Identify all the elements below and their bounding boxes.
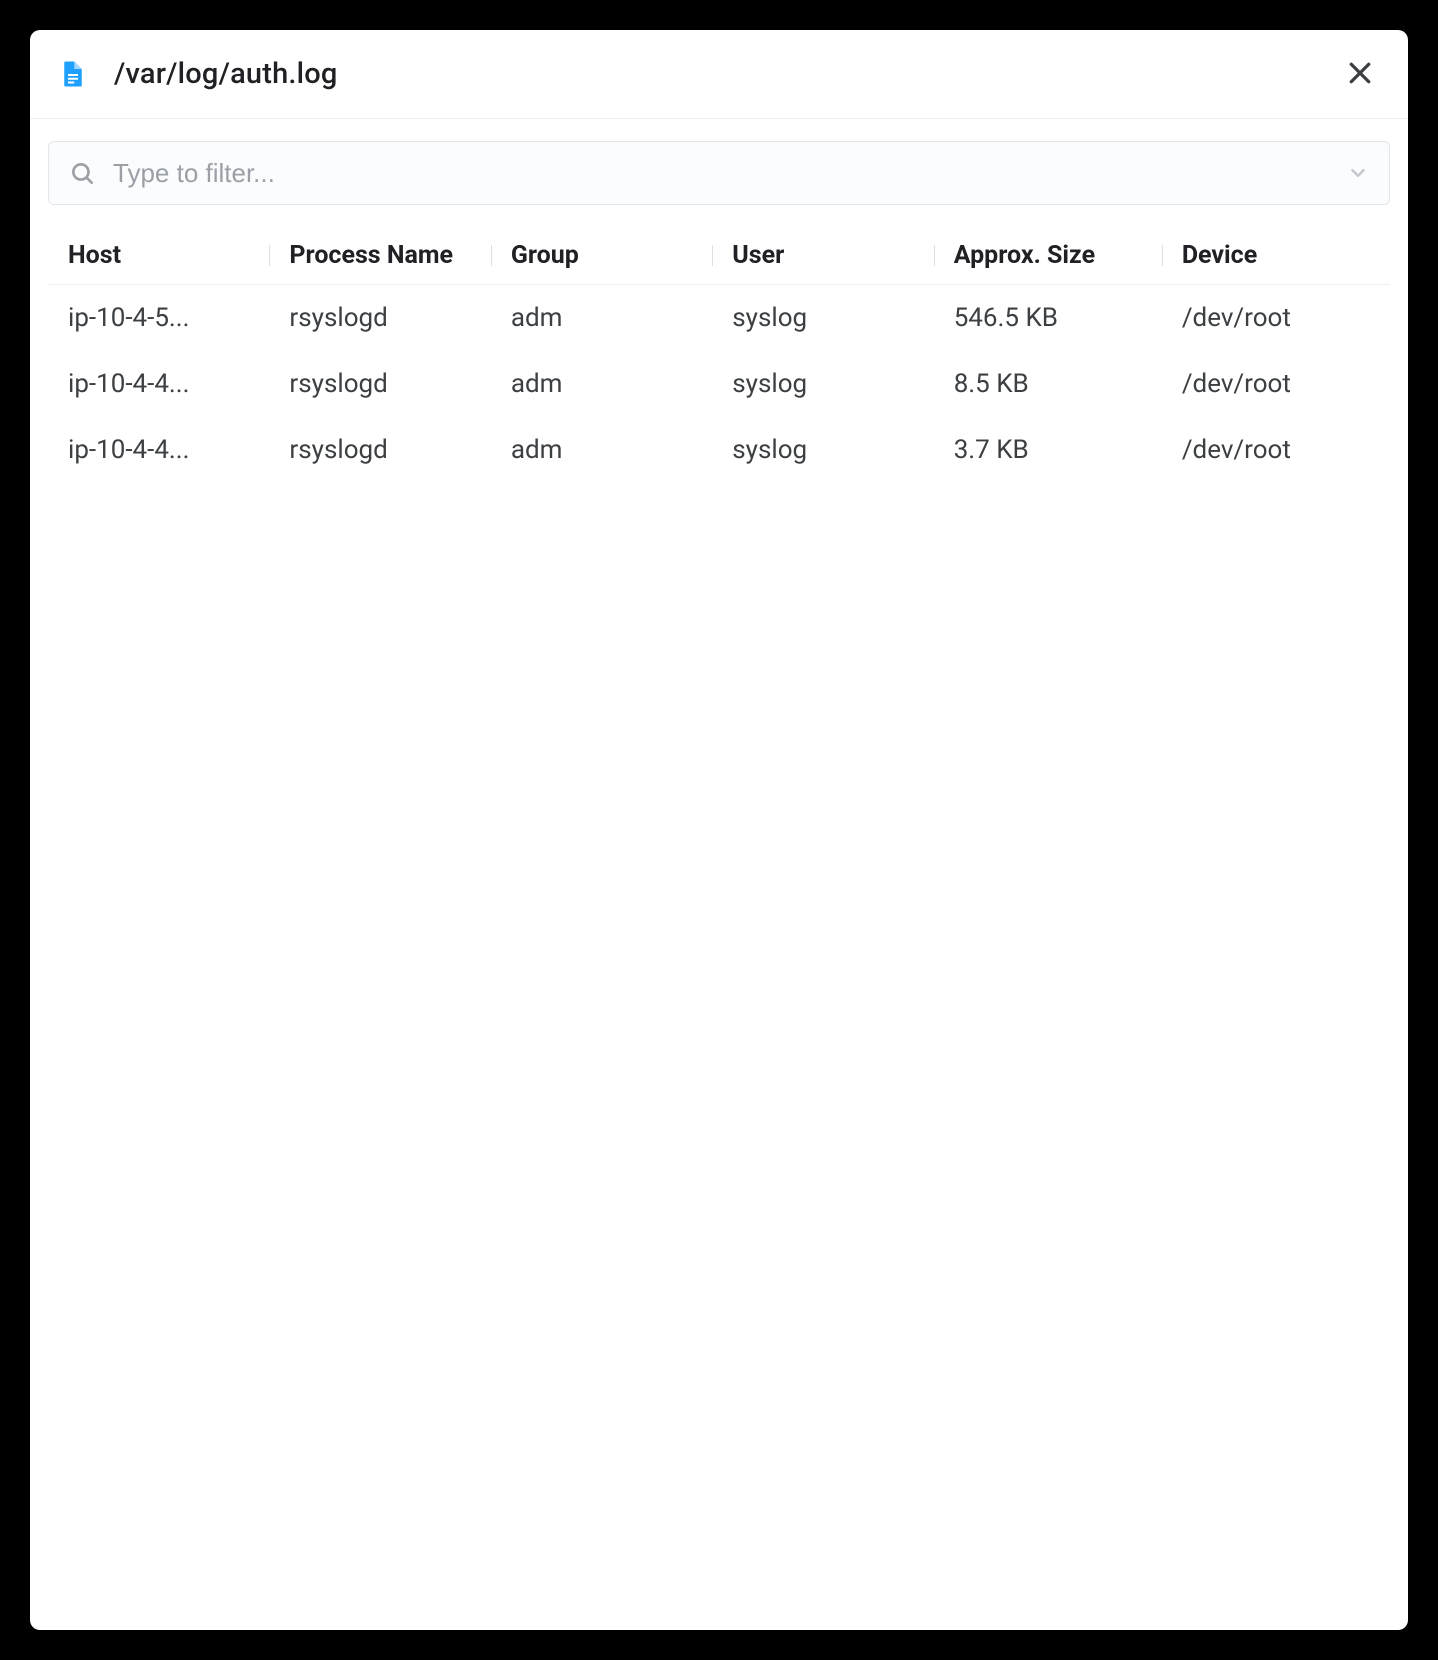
col-header-process[interactable]: Process Name [269, 227, 490, 285]
table-row[interactable]: ip-10-4-4... rsyslogd adm syslog 8.5 KB … [48, 351, 1390, 417]
cell-process: rsyslogd [269, 351, 490, 417]
cell-user: syslog [712, 417, 933, 483]
col-header-user[interactable]: User [712, 227, 933, 285]
close-icon [1345, 58, 1375, 91]
table-row[interactable]: ip-10-4-5... rsyslogd adm syslog 546.5 K… [48, 285, 1390, 352]
log-file-panel: /var/log/auth.log [30, 30, 1408, 1630]
document-icon [58, 59, 88, 89]
cell-process: rsyslogd [269, 417, 490, 483]
cell-device: /dev/root [1162, 417, 1390, 483]
cell-group: adm [491, 417, 712, 483]
cell-host: ip-10-4-4... [48, 351, 269, 417]
table-header-row: Host Process Name Group User Approx. Siz… [48, 227, 1390, 285]
cell-device: /dev/root [1162, 285, 1390, 352]
cell-group: adm [491, 285, 712, 352]
table-row[interactable]: ip-10-4-4... rsyslogd adm syslog 3.7 KB … [48, 417, 1390, 483]
cell-user: syslog [712, 351, 933, 417]
search-icon [69, 160, 95, 186]
filter-bar [30, 119, 1408, 227]
col-header-host[interactable]: Host [48, 227, 269, 285]
table-container: Host Process Name Group User Approx. Siz… [30, 227, 1408, 1630]
panel-title: /var/log/auth.log [114, 57, 1340, 91]
chevron-down-icon[interactable] [1347, 162, 1369, 184]
cell-process: rsyslogd [269, 285, 490, 352]
cell-host: ip-10-4-5... [48, 285, 269, 352]
col-header-device[interactable]: Device [1162, 227, 1390, 285]
close-button[interactable] [1340, 54, 1380, 94]
filter-box[interactable] [48, 141, 1390, 205]
panel-header: /var/log/auth.log [30, 30, 1408, 119]
col-header-group[interactable]: Group [491, 227, 712, 285]
cell-size: 546.5 KB [934, 285, 1162, 352]
filter-input[interactable] [113, 158, 1347, 189]
cell-user: syslog [712, 285, 933, 352]
cell-size: 3.7 KB [934, 417, 1162, 483]
col-header-size[interactable]: Approx. Size [934, 227, 1162, 285]
cell-group: adm [491, 351, 712, 417]
cell-size: 8.5 KB [934, 351, 1162, 417]
cell-host: ip-10-4-4... [48, 417, 269, 483]
cell-device: /dev/root [1162, 351, 1390, 417]
log-sources-table: Host Process Name Group User Approx. Siz… [48, 227, 1390, 483]
